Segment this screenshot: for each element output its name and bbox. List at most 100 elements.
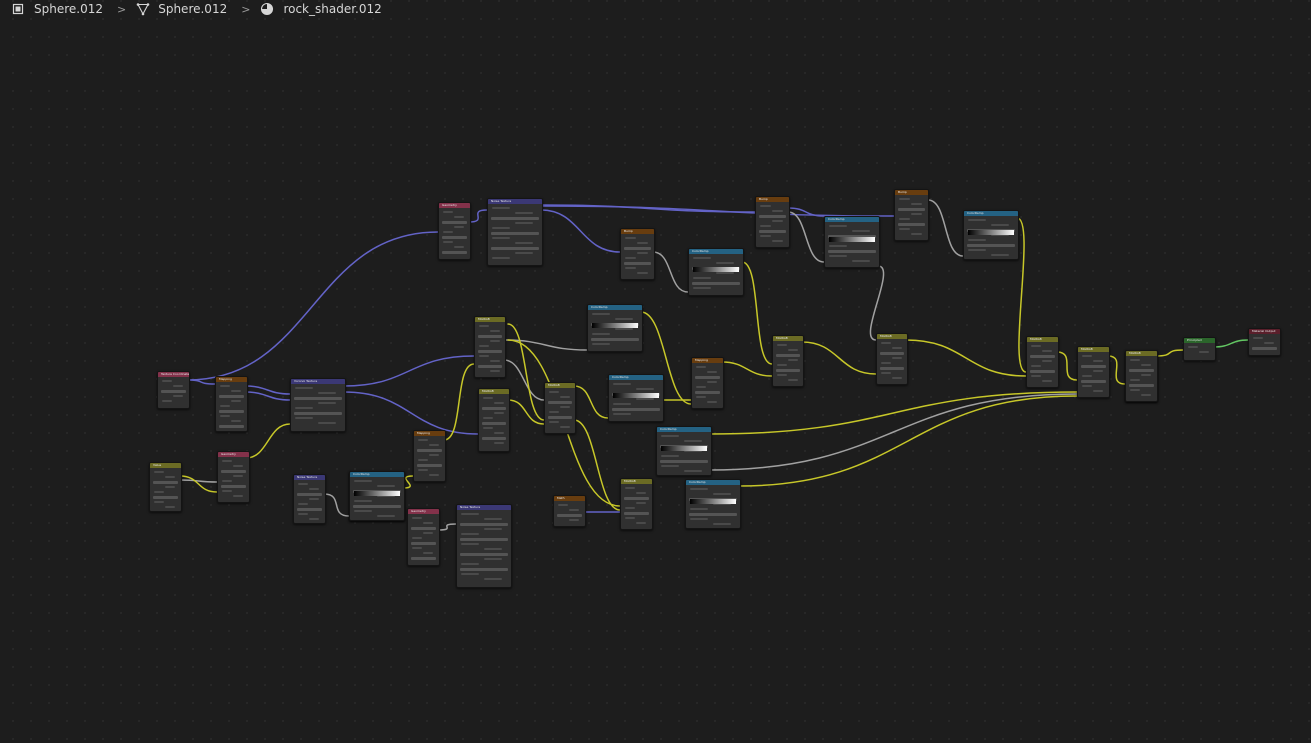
node-header[interactable]: Geometry (439, 203, 470, 208)
node-field[interactable] (219, 395, 244, 398)
node-field[interactable] (1252, 347, 1277, 350)
node-field[interactable] (759, 215, 786, 218)
node-header[interactable]: Noise Texture (294, 475, 325, 480)
node-header[interactable]: ColorRamp (350, 472, 404, 477)
node-mix-d[interactable]: MixRGB (876, 333, 908, 385)
node-link[interactable] (503, 359, 545, 401)
node-geo-bot[interactable]: Geometry (407, 508, 440, 566)
node-link[interactable] (869, 265, 885, 341)
node-link[interactable] (245, 423, 291, 459)
node-field[interactable] (411, 542, 436, 545)
node-link[interactable] (186, 379, 216, 385)
node-mix-b[interactable]: MixRGB (478, 388, 510, 452)
node-bump1[interactable]: Bump (620, 228, 655, 280)
node-field[interactable] (221, 485, 246, 488)
node-field[interactable] (557, 514, 582, 517)
node-ramp-mid[interactable]: ColorRamp (587, 304, 643, 352)
node-field[interactable] (161, 390, 186, 393)
node-field[interactable] (880, 367, 904, 370)
node-mapping[interactable]: Mapping (215, 376, 248, 432)
node-field[interactable] (967, 244, 1015, 247)
node-field[interactable] (411, 527, 436, 530)
node-field[interactable] (591, 338, 639, 341)
node-mix-c[interactable]: MixRGB (772, 335, 804, 387)
node-field[interactable] (491, 247, 539, 250)
node-field[interactable] (297, 508, 322, 511)
node-geometry[interactable]: Geometry (217, 451, 250, 503)
node-header[interactable]: Principled (1184, 338, 1215, 343)
node-header[interactable]: ColorRamp (657, 427, 711, 432)
color-ramp-gradient[interactable] (661, 446, 707, 451)
node-field[interactable] (491, 217, 539, 220)
node-field[interactable] (411, 557, 436, 560)
node-field[interactable] (297, 493, 322, 496)
node-field[interactable] (153, 481, 178, 484)
node-link[interactable] (343, 355, 475, 387)
node-bsdf[interactable]: Principled (1183, 337, 1216, 361)
node-field[interactable] (660, 460, 708, 463)
node-header[interactable]: Noise Texture (457, 505, 511, 510)
node-field[interactable] (898, 208, 925, 211)
node-field[interactable] (460, 553, 508, 556)
node-header[interactable]: MixRGB (475, 317, 505, 322)
node-header[interactable]: MixRGB (1027, 337, 1058, 342)
node-link[interactable] (540, 205, 895, 217)
node-field[interactable] (624, 247, 651, 250)
node-field[interactable] (417, 464, 442, 467)
node-mix-i[interactable]: MixRGB (1125, 350, 1158, 402)
node-header[interactable]: Material Output (1249, 329, 1280, 334)
node-link[interactable] (652, 251, 689, 293)
node-editor-canvas[interactable] (0, 0, 1311, 743)
color-ramp-gradient[interactable] (613, 393, 659, 398)
node-field[interactable] (1030, 370, 1055, 373)
node-header[interactable]: Mapping (414, 431, 445, 436)
node-ramp7[interactable]: ColorRamp (349, 471, 405, 521)
node-field[interactable] (482, 422, 506, 425)
node-field[interactable] (695, 376, 720, 379)
node-texcoord[interactable]: Texture Coordinate (157, 371, 190, 409)
node-link[interactable] (186, 231, 439, 381)
node-field[interactable] (828, 250, 876, 253)
node-link[interactable] (741, 261, 773, 365)
node-field[interactable] (898, 223, 925, 226)
node-mix-a[interactable]: MixRGB (474, 316, 506, 378)
node-link[interactable] (787, 211, 825, 263)
node-tex-mid1[interactable]: Mapping (413, 430, 446, 482)
node-link[interactable] (540, 209, 621, 253)
node-header[interactable]: MixRGB (479, 389, 509, 394)
node-field[interactable] (776, 369, 800, 372)
node-mix-g[interactable]: MixRGB (1077, 346, 1110, 398)
node-field[interactable] (478, 365, 502, 368)
node-header[interactable]: Geometry (408, 509, 439, 514)
node-field[interactable] (880, 352, 904, 355)
node-mix-e[interactable]: MixRGB (620, 478, 653, 530)
node-link[interactable] (443, 363, 475, 441)
node-link[interactable] (1056, 351, 1078, 381)
node-field[interactable] (478, 335, 502, 338)
node-field[interactable] (624, 497, 649, 500)
node-field[interactable] (612, 408, 660, 411)
node-field[interactable] (294, 412, 342, 415)
color-ramp-gradient[interactable] (354, 491, 400, 496)
node-field[interactable] (491, 232, 539, 235)
node-field[interactable] (1081, 365, 1106, 368)
node-value1[interactable]: Value (149, 462, 182, 512)
node-header[interactable]: ColorRamp (686, 480, 740, 485)
node-field[interactable] (776, 354, 800, 357)
node-field[interactable] (153, 496, 178, 499)
node-link[interactable] (468, 209, 488, 223)
node-field[interactable] (624, 512, 649, 515)
node-field[interactable] (1081, 380, 1106, 383)
node-link[interactable] (801, 341, 877, 375)
node-field[interactable] (692, 282, 740, 285)
node-header[interactable]: Bump (895, 190, 928, 195)
node-field[interactable] (219, 410, 244, 413)
node-mix-f[interactable]: MixRGB (1026, 336, 1059, 388)
node-link[interactable] (507, 399, 545, 425)
node-field[interactable] (1030, 355, 1055, 358)
node-field[interactable] (689, 513, 737, 516)
node-header[interactable]: ColorRamp (825, 217, 879, 222)
node-link[interactable] (507, 323, 545, 421)
node-header[interactable]: Mapping (216, 377, 247, 382)
node-field[interactable] (548, 416, 572, 419)
